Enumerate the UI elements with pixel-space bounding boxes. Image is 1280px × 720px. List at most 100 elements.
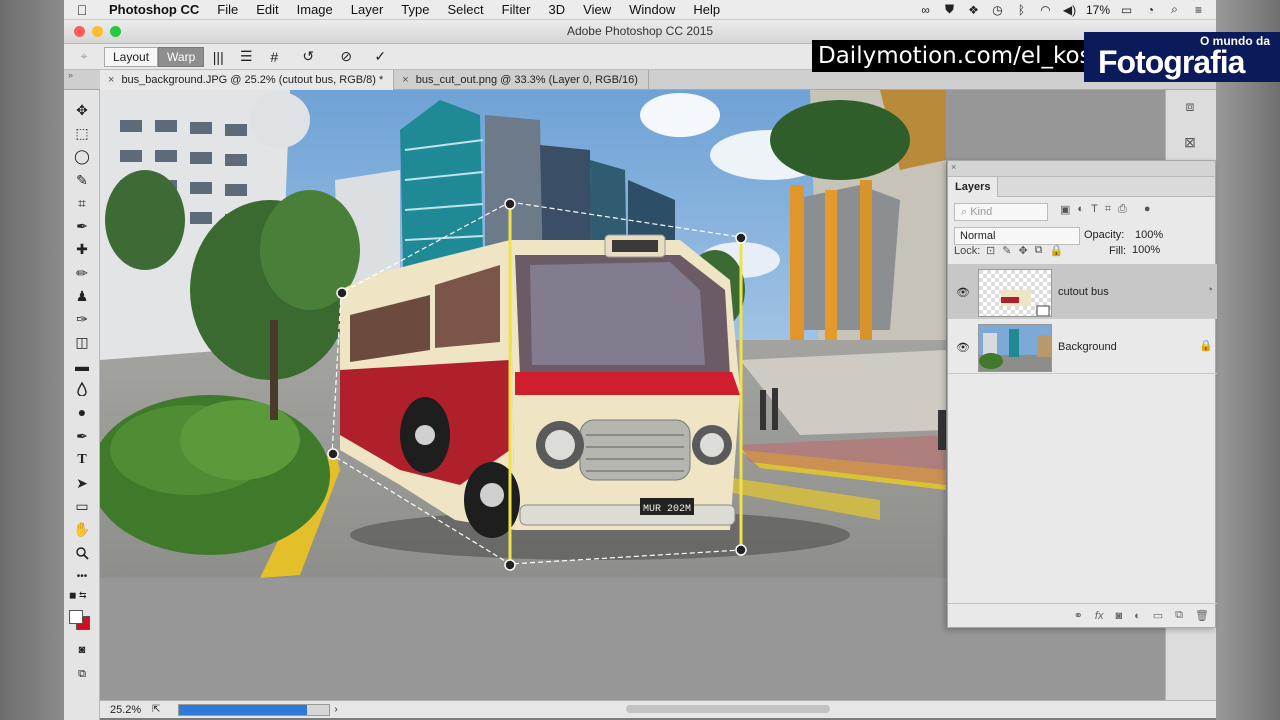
menu-select[interactable]: Select — [438, 2, 492, 17]
menu-edit[interactable]: Edit — [247, 2, 287, 17]
quick-select-tool-icon[interactable]: ✎ — [70, 170, 94, 190]
time-machine-icon[interactable]: ◷ — [990, 3, 1005, 17]
layout-button[interactable]: Layout — [104, 46, 159, 67]
fill-field[interactable]: 100% — [1132, 244, 1160, 256]
warp-pin-handle[interactable] — [735, 544, 747, 556]
warp-pin-handle[interactable] — [336, 287, 348, 299]
swap-colors-icon[interactable]: ◼ ⇆ — [69, 590, 95, 604]
menu-image[interactable]: Image — [288, 2, 342, 17]
bluetooth-icon[interactable]: ᛒ — [1014, 3, 1029, 17]
brush-tool-icon[interactable]: ✏ — [70, 263, 94, 283]
canvas-photo[interactable]: MUR 202M — [100, 90, 946, 578]
horizontal-scrollbar[interactable] — [626, 705, 830, 713]
filter-kind-select[interactable]: ⌕ Kind — [954, 203, 1048, 221]
menu-filter[interactable]: Filter — [493, 2, 540, 17]
crop-tool-icon[interactable]: ⌗ — [70, 193, 94, 213]
new-layer-icon[interactable]: ⧉ — [1175, 609, 1183, 622]
properties-panel-icon[interactable]: ⧈ — [1176, 94, 1204, 118]
layer-row-background[interactable]: 👁 Background 🔒 — [948, 319, 1217, 374]
history-brush-tool-icon[interactable]: ✑ — [70, 309, 94, 329]
filter-shape-icon[interactable]: ⌗ — [1105, 203, 1111, 216]
filter-type-icon[interactable]: T — [1091, 203, 1098, 216]
trash-icon[interactable]: 🗑 — [1195, 609, 1209, 622]
tab-layers[interactable]: Layers — [948, 177, 999, 197]
filter-adjustment-icon[interactable]: ◐ — [1077, 203, 1084, 216]
warp-pin-handle[interactable] — [504, 198, 516, 210]
clock-icon[interactable]: ◔ — [1143, 3, 1158, 17]
reset-icon[interactable]: ↺ — [294, 48, 322, 65]
zoom-level[interactable]: 25.2% — [100, 704, 152, 716]
adjustment-icon[interactable]: ◐ — [1134, 610, 1141, 622]
menu-help[interactable]: Help — [684, 2, 729, 17]
close-tab-icon[interactable]: × — [402, 74, 408, 86]
zoom-tool-icon[interactable] — [70, 543, 94, 563]
status-menu-icon[interactable]: ⇱ — [152, 704, 160, 715]
apple-icon[interactable]:  — [64, 2, 100, 18]
lasso-tool-icon[interactable]: ◯ — [70, 146, 94, 166]
dodge-tool-icon[interactable]: ● — [70, 402, 94, 422]
pen-tool-icon[interactable]: ✒ — [70, 426, 94, 446]
filter-toggle-icon[interactable]: ● — [1144, 203, 1151, 216]
link-icon[interactable]: ⚭ — [1074, 609, 1083, 622]
creative-cloud-icon[interactable]: ∞ — [918, 3, 933, 17]
menu-app-name[interactable]: Photoshop CC — [100, 2, 208, 17]
rectangle-tool-icon[interactable]: ▭ — [70, 496, 94, 516]
search-icon[interactable]: ⌕ — [1167, 2, 1182, 16]
menu-file[interactable]: File — [208, 2, 247, 17]
warp-pin-handle[interactable] — [327, 448, 339, 460]
warp-pin-handle[interactable] — [735, 232, 747, 244]
more-tools-icon[interactable]: ••• — [70, 566, 94, 586]
close-panel-icon[interactable]: × — [951, 162, 956, 172]
filter-pixel-icon[interactable]: ▣ — [1060, 203, 1070, 216]
stamp-tool-icon[interactable]: ♟ — [70, 286, 94, 306]
blend-mode-select[interactable]: Normal — [954, 227, 1080, 245]
healing-tool-icon[interactable]: ✚ — [70, 239, 94, 259]
menu-window[interactable]: Window — [620, 2, 684, 17]
tab-bus-background[interactable]: × bus_background.JPG @ 25.2% (cutout bus,… — [100, 70, 395, 90]
volume-icon[interactable]: ◀) — [1062, 3, 1077, 17]
type-tool-icon[interactable]: T — [70, 450, 94, 470]
shield-icon[interactable]: ⛊ — [942, 2, 957, 16]
color-swatches[interactable] — [68, 608, 94, 634]
panel-collapse-grip[interactable]: » — [64, 70, 100, 90]
split-horizontal-icon[interactable]: ☰ — [232, 48, 260, 65]
layers-panel-header[interactable]: × — [948, 161, 1215, 177]
foreground-color-swatch[interactable] — [69, 610, 83, 624]
visibility-eye-icon[interactable]: 👁 — [956, 341, 970, 354]
lock-transparent-icon[interactable]: ⊡ — [986, 244, 995, 257]
filter-smart-object-icon[interactable]: ⎙ — [1118, 203, 1127, 216]
commit-icon[interactable]: ✓ — [366, 48, 394, 65]
list-icon[interactable]: ≡ — [1191, 3, 1206, 17]
lock-artboard-icon[interactable]: ⧉ — [1035, 244, 1043, 257]
tab-bus-cut-out[interactable]: × bus_cut_out.png @ 33.3% (Layer 0, RGB/1… — [394, 70, 649, 90]
menu-type[interactable]: Type — [392, 2, 438, 17]
hand-tool-icon[interactable]: ✋ — [70, 519, 94, 539]
menu-layer[interactable]: Layer — [342, 2, 393, 17]
gradient-tool-icon[interactable]: ▬ — [70, 356, 94, 376]
wifi-icon[interactable]: ◠ — [1038, 3, 1053, 17]
layer-row-cutout-bus[interactable]: 👁 cutout bus ◔ — [948, 264, 1217, 319]
warp-pin-handle[interactable] — [504, 559, 516, 571]
warp-button[interactable]: Warp — [158, 46, 205, 67]
close-tab-icon[interactable]: × — [108, 74, 114, 86]
lock-all-icon[interactable]: 🔒 — [1050, 244, 1064, 257]
lock-position-icon[interactable]: ✥ — [1018, 244, 1027, 257]
split-vertical-icon[interactable]: ||| — [204, 49, 232, 65]
blur-tool-icon[interactable] — [70, 379, 94, 399]
menu-view[interactable]: View — [574, 2, 620, 17]
battery-icon[interactable]: ▭ — [1119, 3, 1134, 17]
folder-icon[interactable]: ▭ — [1153, 609, 1163, 622]
dropbox-icon[interactable]: ❖ — [966, 3, 981, 17]
fx-icon[interactable]: fx — [1095, 610, 1104, 622]
adjustments-panel-icon[interactable]: ⊠ — [1176, 130, 1204, 154]
status-arrow-icon[interactable]: › — [334, 704, 337, 715]
move-tool-icon[interactable]: ✥ — [70, 100, 94, 120]
marquee-tool-icon[interactable]: ⬚ — [70, 123, 94, 143]
screen-mode-icon[interactable]: ⧉ — [70, 664, 94, 684]
path-select-tool-icon[interactable]: ➤ — [70, 473, 94, 493]
lock-paint-icon[interactable]: ✎ — [1002, 244, 1011, 257]
visibility-eye-icon[interactable]: 👁 — [956, 286, 970, 299]
opacity-field[interactable]: 100% — [1132, 227, 1186, 245]
quick-mask-icon[interactable]: ◙ — [70, 640, 94, 660]
menu-3d[interactable]: 3D — [540, 2, 575, 17]
